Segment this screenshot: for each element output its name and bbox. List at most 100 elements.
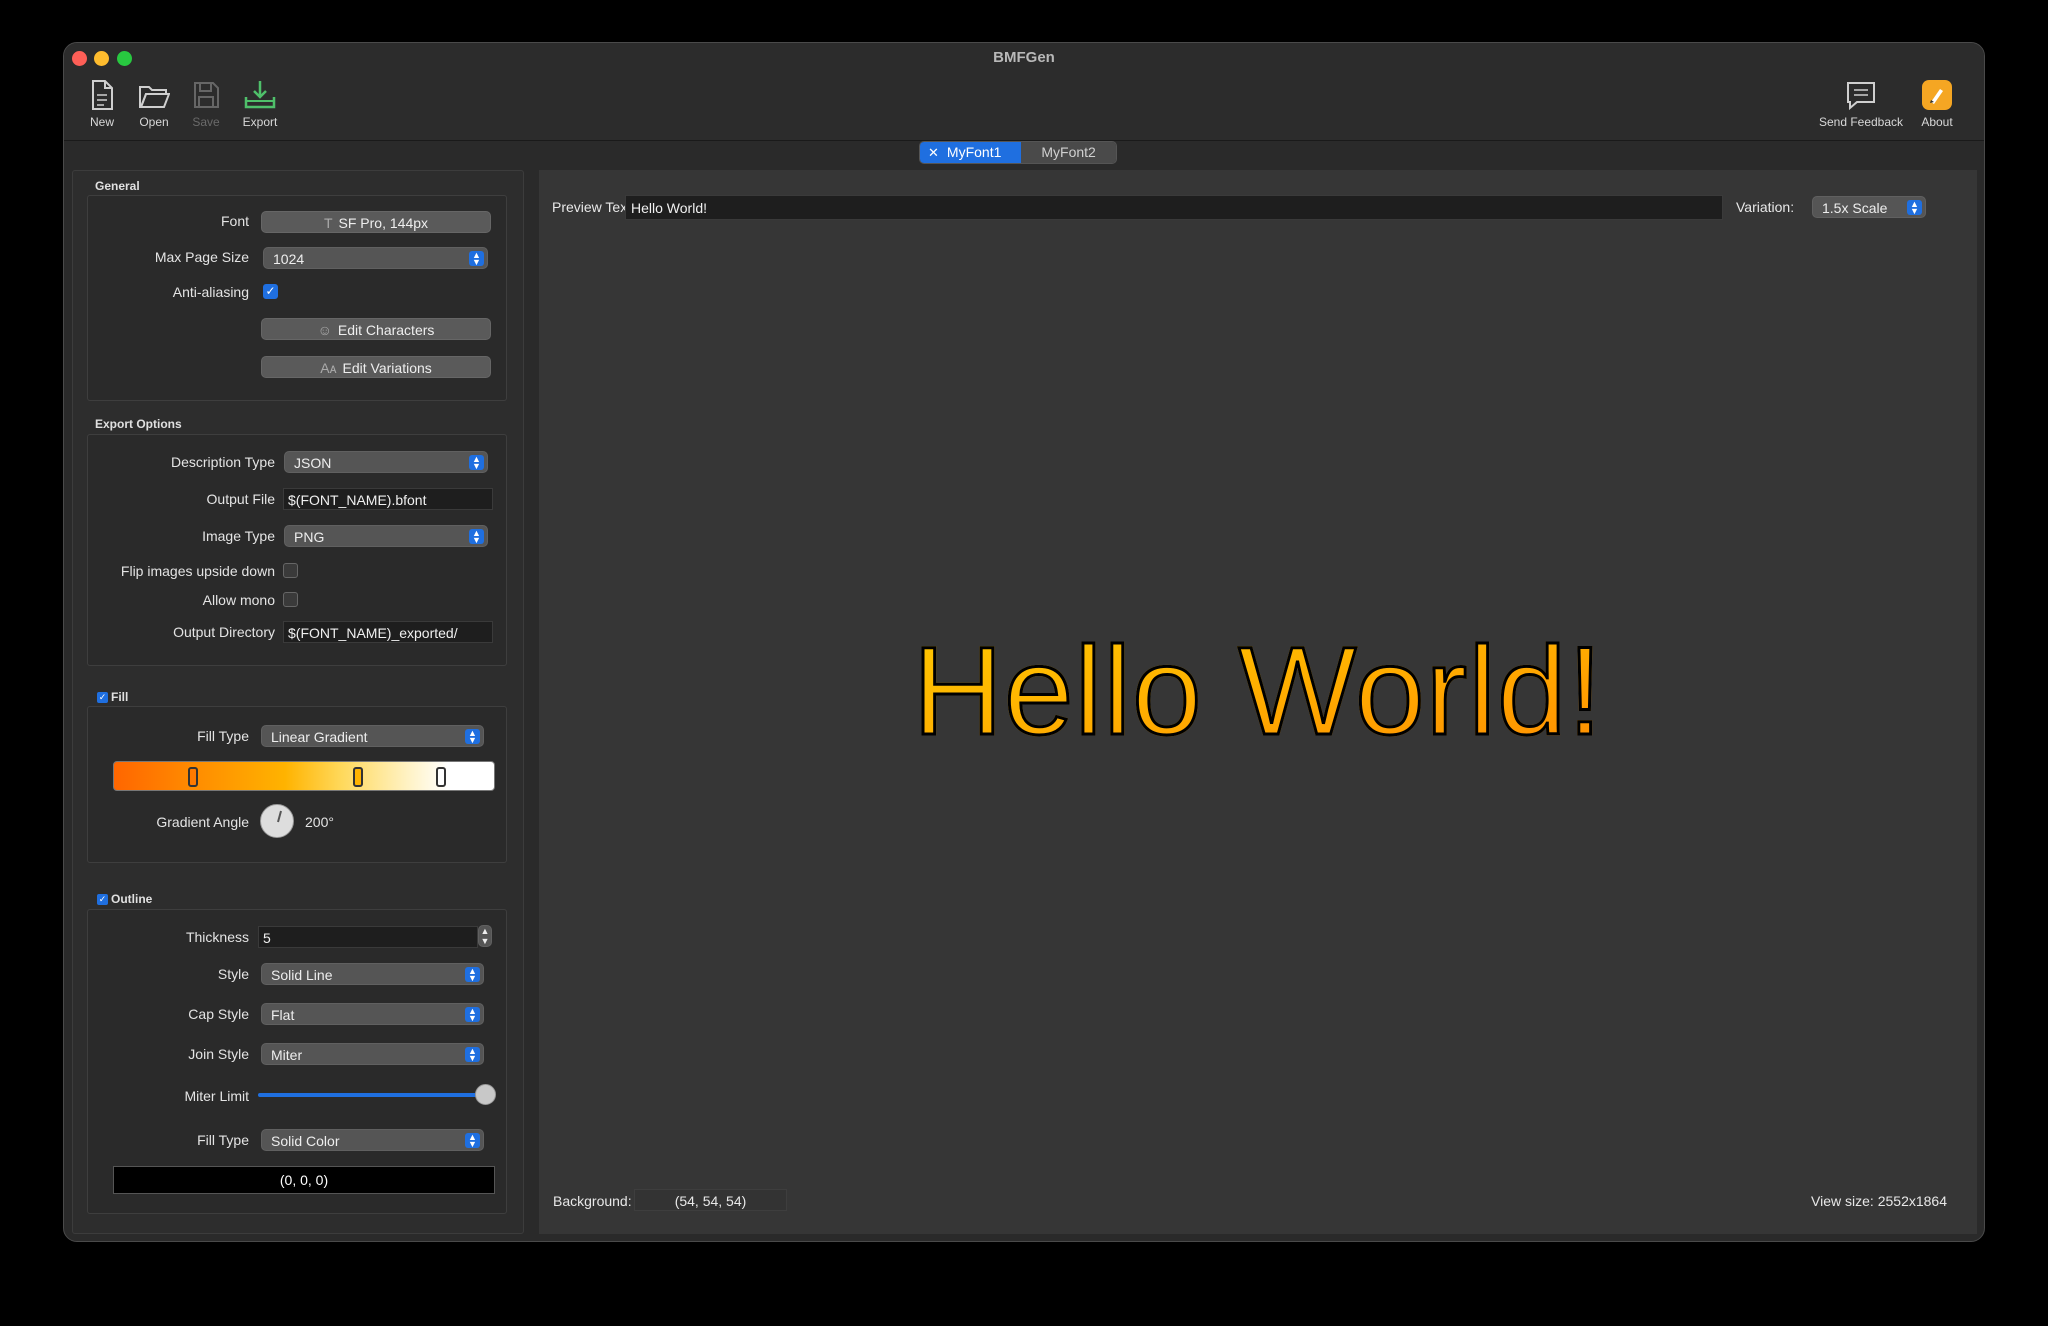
gradient-stop[interactable] <box>188 767 198 787</box>
dial-indicator-icon <box>277 810 282 823</box>
thickness-field[interactable]: 5 <box>258 926 478 948</box>
preview-pane: Preview Text: Hello World! Variation: 1.… <box>539 170 1977 1234</box>
close-tab-icon[interactable]: ✕ <box>928 145 939 160</box>
folder-icon <box>139 86 170 108</box>
max-page-size-value: 1024 <box>273 251 305 267</box>
fill-type-value: Linear Gradient <box>271 729 368 745</box>
cap-style-label: Cap Style <box>188 1006 249 1022</box>
export-label: Export <box>242 115 278 129</box>
export-button[interactable]: Export <box>230 79 290 129</box>
output-directory-label: Output Directory <box>173 624 275 640</box>
save-label: Save <box>192 115 220 129</box>
font-value: SF Pro, 144px <box>338 215 429 231</box>
edit-variations-button[interactable]: Aᴀ Edit Variations <box>261 356 491 378</box>
antialiasing-checkbox[interactable]: ✓ <box>263 284 278 299</box>
cap-style-value: Flat <box>271 1007 295 1023</box>
edit-characters-label: Edit Characters <box>337 322 435 338</box>
edit-characters-button[interactable]: ☺ Edit Characters <box>261 318 491 340</box>
thickness-stepper[interactable]: ▲ ▼ <box>478 925 492 947</box>
new-button[interactable]: New <box>72 79 132 129</box>
characters-icon: ☺ <box>317 322 332 338</box>
antialiasing-label: Anti-aliasing <box>172 284 249 300</box>
app-logo-icon <box>1922 80 1952 110</box>
description-type-select[interactable]: JSON ▲ ▼ <box>284 451 488 473</box>
outline-color-well[interactable]: (0, 0, 0) <box>113 1166 495 1194</box>
allow-mono-label: Allow mono <box>202 592 275 608</box>
join-style-label: Join Style <box>188 1046 249 1062</box>
cap-style-select[interactable]: Flat ▲ ▼ <box>261 1003 484 1025</box>
export-download-icon <box>244 81 276 109</box>
allow-mono-checkbox[interactable] <box>283 592 298 607</box>
preview-text-label: Preview Text: <box>552 199 635 215</box>
fill-enabled-checkbox[interactable]: ✓ <box>97 692 108 703</box>
flip-images-checkbox[interactable] <box>283 563 298 578</box>
send-feedback-button[interactable]: Send Feedback <box>1811 79 1911 129</box>
chevron-updown-icon: ▲ ▼ <box>465 967 480 983</box>
outline-enabled-checkbox[interactable]: ✓ <box>97 894 108 905</box>
open-label: Open <box>139 115 169 129</box>
tab-myfont2[interactable]: MyFont2 <box>1021 142 1116 163</box>
slider-thumb[interactable] <box>475 1084 496 1105</box>
document-tab-bar: ✕ MyFont1 MyFont2 <box>919 141 1117 164</box>
miter-limit-label: Miter Limit <box>184 1088 249 1104</box>
chevron-updown-icon: ▲ ▼ <box>469 529 484 545</box>
chevron-updown-icon: ▲ ▼ <box>465 729 480 745</box>
feedback-bubble-icon <box>1847 82 1875 111</box>
gradient-stop[interactable] <box>353 767 363 787</box>
output-directory-field[interactable]: $(FONT_NAME)_exported/ <box>283 621 493 643</box>
chevron-updown-icon: ▲ ▼ <box>469 251 484 267</box>
font-button[interactable]: T SF Pro, 144px <box>261 211 491 233</box>
tab-label: MyFont2 <box>1041 144 1096 160</box>
main-window: BMFGen New Open Save Export Send Feedbac… <box>63 42 1985 1242</box>
output-file-field[interactable]: $(FONT_NAME).bfont <box>283 488 493 510</box>
chevron-updown-icon: ▲ ▼ <box>465 1133 480 1149</box>
max-page-size-select[interactable]: 1024 ▲ ▼ <box>263 247 488 269</box>
send-feedback-label: Send Feedback <box>1818 115 1904 129</box>
background-label: Background: <box>553 1193 632 1209</box>
tab-label: MyFont1 <box>946 144 1002 160</box>
titlebar: BMFGen New Open Save Export Send Feedbac… <box>64 43 1984 141</box>
image-type-select[interactable]: PNG ▲ ▼ <box>284 525 488 547</box>
fill-type-label: Fill Type <box>197 728 249 744</box>
tab-myfont1[interactable]: ✕ MyFont1 <box>920 142 1022 163</box>
outline-fill-type-select[interactable]: Solid Color ▲ ▼ <box>261 1129 484 1151</box>
outline-fill-type-label: Fill Type <box>197 1132 249 1148</box>
chevron-updown-icon: ▲ ▼ <box>465 1047 480 1063</box>
save-button[interactable]: Save <box>176 79 236 129</box>
gradient-angle-dial[interactable] <box>260 804 294 838</box>
fill-type-select[interactable]: Linear Gradient ▲ ▼ <box>261 725 484 747</box>
gradient-stop[interactable] <box>436 767 446 787</box>
about-button[interactable]: About <box>1907 79 1967 129</box>
new-label: New <box>89 115 114 129</box>
thickness-label: Thickness <box>185 929 249 945</box>
general-title: General <box>95 179 140 193</box>
font-preview-sample: Hello World! <box>539 620 1977 763</box>
about-label: About <box>1921 115 1953 129</box>
variation-select[interactable]: 1.5x Scale ▲ ▼ <box>1812 196 1926 218</box>
outline-title: Outline <box>111 892 153 906</box>
image-type-label: Image Type <box>202 528 275 544</box>
chevron-updown-icon: ▲ ▼ <box>1907 200 1922 216</box>
slider-track <box>258 1093 486 1097</box>
text-size-icon: Aᴀ <box>320 360 337 376</box>
fill-title: Fill <box>111 690 129 704</box>
join-style-select[interactable]: Miter ▲ ▼ <box>261 1043 484 1065</box>
background-color-value[interactable]: (54, 54, 54) <box>634 1189 787 1211</box>
chevron-updown-icon: ▲ ▼ <box>469 455 484 471</box>
image-type-value: PNG <box>294 529 325 545</box>
gradient-editor[interactable] <box>113 761 495 791</box>
outline-style-select[interactable]: Solid Line ▲ ▼ <box>261 963 484 985</box>
gradient-angle-value: 200° <box>305 814 334 830</box>
settings-sidebar: General Font T SF Pro, 144px Max Page Siz… <box>72 170 524 1234</box>
max-page-size-label: Max Page Size <box>154 249 249 265</box>
gradient-angle-label: Gradient Angle <box>156 814 249 830</box>
outline-style-value: Solid Line <box>271 967 333 983</box>
chevron-updown-icon: ▲ ▼ <box>465 1007 480 1023</box>
description-type-label: Description Type <box>170 454 275 470</box>
font-label: Font <box>220 213 249 229</box>
open-button[interactable]: Open <box>124 79 184 129</box>
join-style-value: Miter <box>271 1047 303 1063</box>
description-type-value: JSON <box>294 455 332 471</box>
preview-text-field[interactable]: Hello World! <box>625 195 1723 220</box>
variation-label: Variation: <box>1736 199 1795 215</box>
